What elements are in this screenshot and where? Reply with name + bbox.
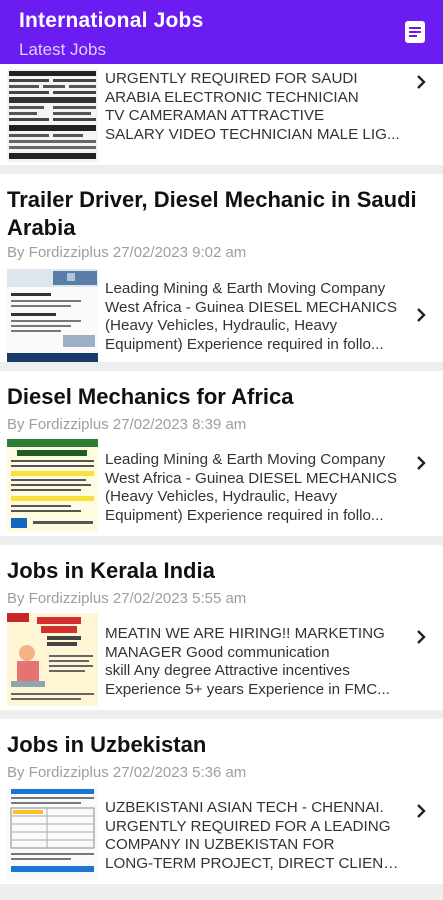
chevron-right-icon[interactable] <box>413 629 429 645</box>
job-post-title[interactable]: Diesel Mechanics for Africa <box>7 383 417 411</box>
uzbekistan-ad-image <box>7 787 98 880</box>
chevron-right-icon[interactable] <box>413 455 429 471</box>
newspaper-job-ad-image <box>7 69 98 162</box>
job-post-byline: By Fordizziplus 27/02/2023 9:02 am <box>7 244 247 261</box>
chevron-right-icon[interactable] <box>413 74 429 90</box>
job-post-card[interactable]: Jobs in Uzbekistan By Fordizziplus 27/02… <box>0 719 443 884</box>
chevron-right-icon[interactable] <box>413 803 429 819</box>
jobs-list: URGENTLY REQUIRED FOR SAUDI ARABIA ELECT… <box>0 64 443 893</box>
job-post-excerpt: Leading Mining & Earth Moving Company We… <box>105 451 398 524</box>
job-post-card[interactable]: URGENTLY REQUIRED FOR SAUDI ARABIA ELECT… <box>0 64 443 165</box>
we-are-hiring-ad-image <box>7 613 98 706</box>
job-post-byline: By Fordizziplus 27/02/2023 5:55 am <box>7 590 247 607</box>
app-bar: International Jobs Latest Jobs <box>0 0 443 64</box>
job-post-byline: By Fordizziplus 27/02/2023 8:39 am <box>7 416 247 433</box>
job-post-card[interactable]: Trailer Driver, Diesel Mechanic in Saudi… <box>0 174 443 362</box>
job-post-card[interactable]: Diesel Mechanics for Africa By Fordizzip… <box>0 371 443 536</box>
job-post-excerpt: Leading Mining & Earth Moving Company We… <box>105 280 398 353</box>
job-post-excerpt: MEATIN WE ARE HIRING!! MARKETING MANAGER… <box>105 625 390 698</box>
app-title: International Jobs <box>19 9 204 32</box>
job-post-card[interactable]: Jobs in Kerala India By Fordizziplus 27/… <box>0 545 443 710</box>
chevron-right-icon[interactable] <box>413 307 429 323</box>
job-post-excerpt: UZBEKISTANI ASIAN TECH - CHENNAI. URGENT… <box>105 799 400 872</box>
app-subtitle: Latest Jobs <box>19 40 106 59</box>
job-post-byline: By Fordizziplus 27/02/2023 5:36 am <box>7 764 247 781</box>
document-list-icon[interactable] <box>403 20 427 44</box>
diesel-mechanics-ad-image <box>7 439 98 532</box>
job-post-title[interactable]: Jobs in Kerala India <box>7 557 417 585</box>
trailer-driver-ad-image <box>7 269 98 362</box>
job-post-excerpt: URGENTLY REQUIRED FOR SAUDI ARABIA ELECT… <box>105 70 400 143</box>
job-post-title[interactable]: Jobs in Uzbekistan <box>7 731 417 759</box>
job-post-title[interactable]: Trailer Driver, Diesel Mechanic in Saudi… <box>7 186 417 242</box>
